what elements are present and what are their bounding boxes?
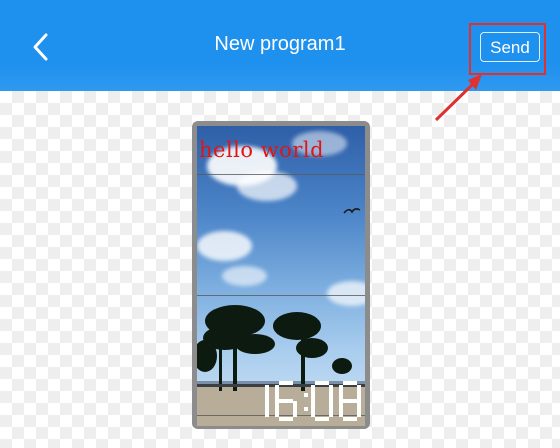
program-preview-screen[interactable]: hello world <box>197 126 365 426</box>
clock-digit <box>265 385 269 417</box>
clock-colon <box>304 393 308 411</box>
digital-clock[interactable] <box>243 376 365 426</box>
clock-digit <box>275 381 297 421</box>
clock-digit <box>339 381 361 421</box>
clock-digit <box>311 381 333 421</box>
zone-divider <box>197 174 365 175</box>
bird-icon <box>343 208 361 214</box>
scrolling-text: hello world <box>199 138 325 162</box>
text-zone[interactable]: hello world <box>197 126 365 174</box>
zone-divider <box>197 295 365 296</box>
annotation-highlight-box <box>469 23 546 75</box>
annotation-arrow-icon <box>434 74 482 122</box>
